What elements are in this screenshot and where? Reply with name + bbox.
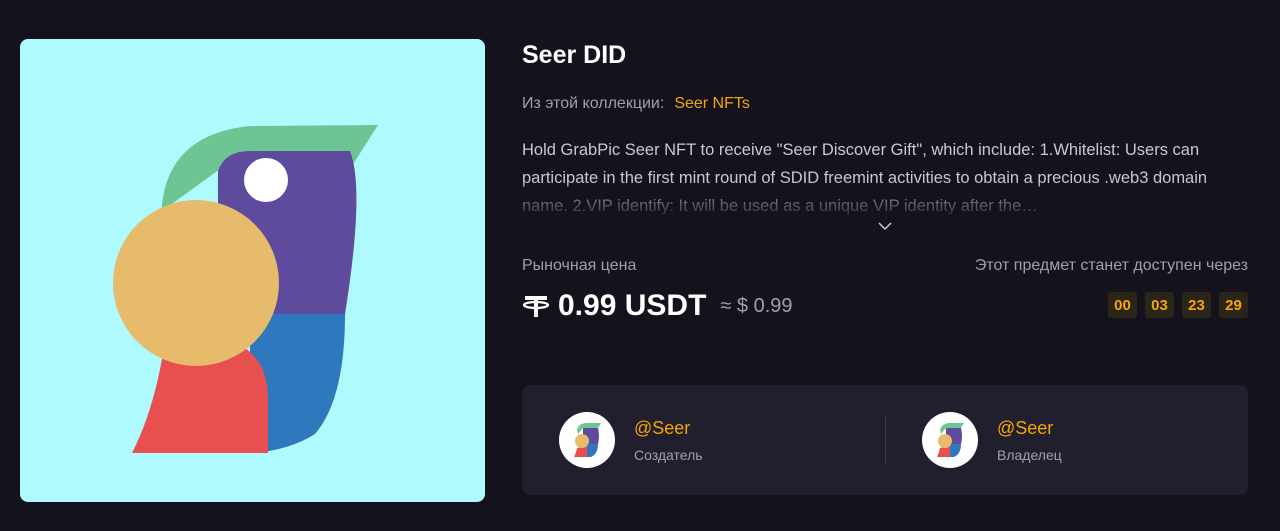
tether-icon (522, 296, 550, 317)
creator-role: Создатель (634, 446, 703, 463)
seer-logo-icon (574, 423, 601, 457)
owner-name[interactable]: @Seer (997, 418, 1062, 439)
collection-link[interactable]: Seer NFTs (674, 95, 750, 112)
countdown-seconds: 29 (1219, 292, 1248, 318)
availability-label: Этот предмет станет доступен через (974, 257, 1248, 274)
chevron-down-icon[interactable] (878, 221, 892, 231)
seer-bird-artwork (113, 125, 378, 453)
owner-avatar[interactable] (922, 412, 978, 468)
item-info: Seer DID Из этой коллекции: Seer NFTs Hol… (522, 0, 1248, 531)
market-price-label: Рыночная цена (522, 257, 637, 274)
item-description: Hold GrabPic Seer NFT to receive "Seer D… (522, 141, 1208, 215)
creator-owner-card: @Seer Создатель @Seer Владелец (522, 385, 1248, 495)
creator-block: @Seer Создатель (559, 412, 703, 468)
collection-label: Из этой коллекции: (522, 95, 665, 112)
nft-image[interactable] (20, 39, 485, 502)
countdown-timer: 00 03 23 29 (1108, 292, 1248, 318)
countdown-days: 00 (1108, 292, 1137, 318)
collection-row: Из этой коллекции: Seer NFTs (522, 95, 750, 113)
creator-avatar[interactable] (559, 412, 615, 468)
owner-block: @Seer Владелец (922, 412, 1062, 468)
seer-logo-icon (937, 423, 964, 457)
card-divider (885, 415, 886, 465)
owner-role: Владелец (997, 446, 1062, 463)
item-title: Seer DID (522, 41, 627, 69)
price-row: 0.99 USDT ≈ $ 0.99 (522, 289, 793, 323)
price-value: 0.99 USDT (558, 289, 707, 322)
creator-name[interactable]: @Seer (634, 418, 703, 439)
price-usd-approx: ≈ $ 0.99 (720, 294, 793, 317)
countdown-minutes: 23 (1182, 292, 1211, 318)
countdown-hours: 03 (1145, 292, 1174, 318)
